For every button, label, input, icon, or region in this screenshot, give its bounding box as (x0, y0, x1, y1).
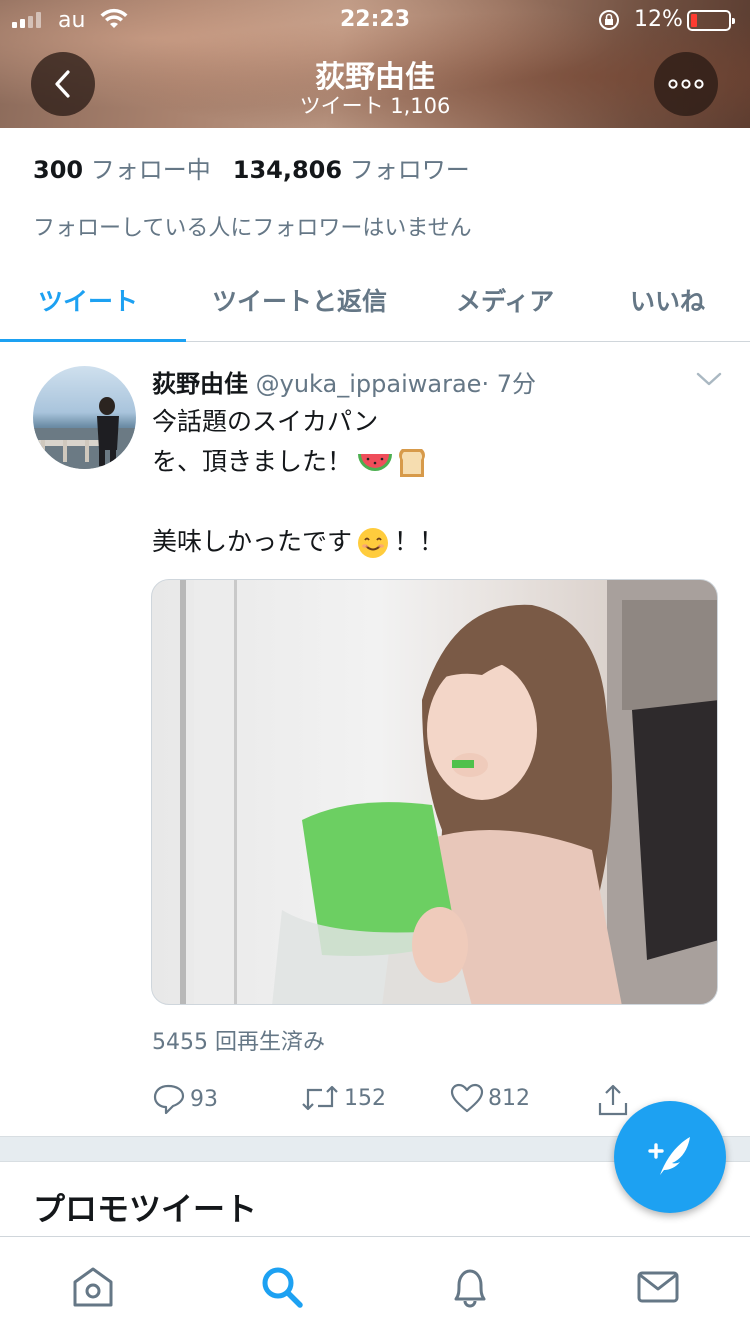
avatar-photo (33, 397, 136, 469)
tweet-line: 美味しかったです ！！ (152, 522, 444, 562)
view-count: 5455 回再生済み (152, 1030, 325, 1055)
compose-feather-icon (648, 1137, 690, 1175)
home-icon (73, 1267, 113, 1307)
battery-icon (687, 10, 735, 31)
tweet-actions: 93 152 812 (152, 1083, 632, 1117)
compose-tweet-button[interactable] (614, 1101, 726, 1213)
profile-header: au 22:23 12% 荻野由佳 ツイート 1,106 (0, 0, 750, 128)
tab-search[interactable] (260, 1265, 304, 1309)
tweet-author-name[interactable]: 荻野由佳 (152, 370, 248, 398)
search-icon (262, 1267, 303, 1308)
like-button[interactable]: 812 (450, 1083, 530, 1113)
retweet-button[interactable]: 152 (300, 1083, 386, 1113)
reply-icon (153, 1084, 185, 1115)
retweet-count: 152 (344, 1085, 386, 1111)
tab-tweets[interactable]: ツイート (38, 282, 138, 318)
ellipsis-icon (668, 79, 704, 89)
tweet-time: · 7分 (481, 370, 536, 398)
profile-tabs: ツイート ツイートと返信 メディア いいね (0, 262, 750, 342)
tweet-line: 今話題のスイカパン (152, 407, 379, 436)
status-bar: au 22:23 12% (0, 0, 750, 40)
tab-media[interactable]: メディア (456, 282, 554, 318)
tab-tweets-and-replies[interactable]: ツイートと返信 (212, 282, 387, 318)
promoted-tweets-heading: プロモツイート (33, 1190, 258, 1228)
following-link[interactable]: 300 フォロー中 (33, 156, 211, 184)
tweet-count: ツイート 1,106 (299, 94, 451, 118)
tweet-line: を、頂きました！ (152, 442, 444, 482)
video-thumbnail (180, 580, 717, 1004)
avatar[interactable] (33, 366, 136, 469)
share-button[interactable] (597, 1083, 629, 1117)
tab-home[interactable] (71, 1265, 115, 1309)
followed-by-note: フォローしている人にフォロワーはいません (33, 216, 472, 241)
tab-likes[interactable]: いいね (630, 282, 705, 318)
reply-count: 93 (190, 1086, 218, 1112)
tab-notifications[interactable] (448, 1265, 492, 1309)
active-tab-indicator (0, 339, 186, 342)
reply-button[interactable]: 93 (152, 1083, 218, 1115)
tweet-text: 今話題のスイカパン を、頂きました！ 美味しかったです ！！ (152, 402, 444, 562)
tweet-header: 荻野由佳 @yuka_ippaiwarae· 7分 (152, 364, 536, 399)
followers-link[interactable]: 134,806 フォロワー (233, 156, 470, 184)
messages-icon (637, 1271, 679, 1303)
tweet-author-handle[interactable]: @yuka_ippaiwarae (256, 370, 482, 398)
share-icon (598, 1084, 628, 1116)
like-count: 812 (488, 1085, 530, 1111)
tab-messages[interactable] (636, 1265, 680, 1309)
heart-icon (450, 1083, 484, 1113)
more-button[interactable] (654, 52, 718, 116)
bottom-tab-bar (0, 1236, 750, 1334)
retweet-icon (302, 1085, 338, 1111)
follow-stats: 300 フォロー中 134,806 フォロワー (33, 150, 470, 185)
battery-percent: 12% (634, 7, 683, 32)
smiling-face-emoji-icon (358, 528, 389, 558)
watermelon-emoji-icon (358, 454, 393, 471)
tweet-video[interactable] (151, 579, 718, 1005)
tweet-line (152, 482, 444, 522)
rotation-lock-icon (599, 10, 619, 30)
chevron-down-icon[interactable] (696, 370, 722, 388)
bread-emoji-icon (399, 449, 425, 477)
notifications-icon (454, 1269, 486, 1308)
